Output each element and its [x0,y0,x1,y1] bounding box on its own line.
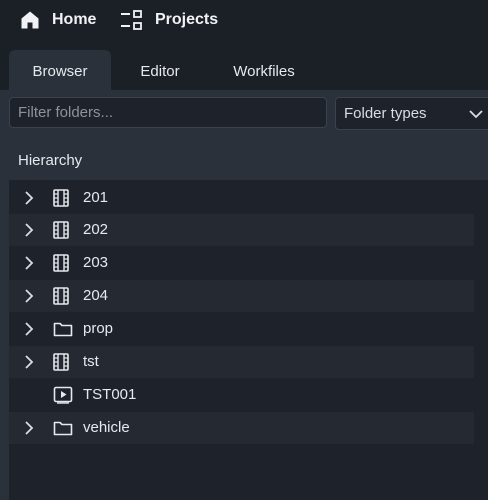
folder-types-label: Folder types [344,105,427,122]
film-strip-icon [53,353,69,375]
tab-bar: Browser Editor Workfiles [0,48,488,92]
filter-folders-input[interactable] [9,97,327,128]
hierarchy-header-label: Hierarchy [18,151,83,169]
tree-row[interactable]: 201 [9,182,474,214]
projects-label: Projects [155,11,219,28]
chevron-down-icon [468,106,484,126]
tree-row[interactable]: 202 [9,214,474,246]
browser-panel: Folder types Hierarchy [0,90,488,500]
film-strip-icon [53,221,69,243]
chevron-right-icon[interactable] [23,191,35,209]
tree-row-label: 202 [83,221,109,238]
tree-row[interactable]: TST001 [9,379,474,411]
home-icon [20,10,40,30]
tree-row-label: tst [83,353,99,370]
film-strip-icon [53,189,69,211]
chevron-right-icon[interactable] [23,289,35,307]
top-bar: Home Projects [0,0,488,40]
tree-row-label: prop [83,320,114,337]
tab-workfiles-label: Workfiles [233,62,295,80]
hierarchy-header: Hierarchy [9,140,488,180]
shot-play-icon [53,386,73,408]
tree-row[interactable]: tst [9,346,474,378]
tab-editor[interactable]: Editor [118,50,202,92]
projects-button[interactable]: Projects [121,8,218,32]
folder-icon [53,320,73,342]
chevron-right-icon[interactable] [23,223,35,241]
tab-editor-label: Editor [140,62,180,80]
tree-row-label: vehicle [83,419,130,436]
chevron-right-icon[interactable] [23,355,35,373]
tab-browser-label: Browser [32,62,88,80]
chevron-right-icon[interactable] [23,322,35,340]
tree-row[interactable]: vehicle [9,412,474,444]
hierarchy-tree: Hierarchy 201 202 203 204 prop tst TST00… [9,140,488,500]
tree-row[interactable]: prop [9,313,474,345]
film-strip-icon [53,254,69,276]
tree-row-label: 203 [83,254,109,271]
tab-browser[interactable]: Browser [9,50,111,92]
tree-row-label: 204 [83,287,109,304]
home-button[interactable]: Home [20,8,96,32]
tree-row-label: 201 [83,189,109,206]
tab-workfiles[interactable]: Workfiles [210,50,318,92]
folder-types-dropdown[interactable]: Folder types [335,97,488,130]
folder-icon [53,419,73,441]
chevron-right-icon[interactable] [23,256,35,274]
tree-row[interactable]: 204 [9,280,474,312]
tree-row[interactable]: 203 [9,247,474,279]
home-label: Home [52,11,97,28]
projects-icon [121,10,143,30]
film-strip-icon [53,287,69,309]
tree-row-label: TST001 [83,386,137,403]
chevron-right-icon[interactable] [23,421,35,439]
